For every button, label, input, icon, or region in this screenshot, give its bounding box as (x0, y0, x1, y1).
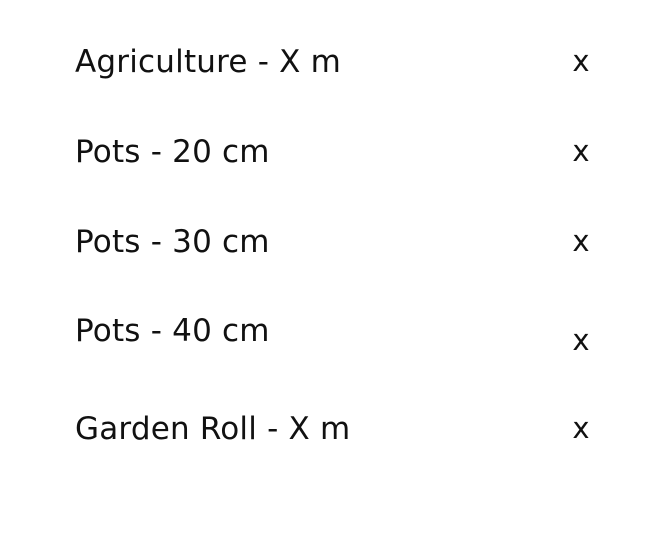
item-label: Pots - 20 cm (75, 134, 270, 170)
item-list: Agriculture - X m x Pots - 20 cm x Pots … (0, 0, 652, 552)
list-item: Pots - 40 cm x (0, 311, 652, 371)
remove-item-button[interactable]: x (570, 224, 592, 258)
list-item: Garden Roll - X m x (0, 409, 652, 469)
remove-item-button[interactable]: x (570, 44, 592, 78)
remove-item-button[interactable]: x (570, 411, 592, 445)
item-label: Garden Roll - X m (75, 411, 351, 447)
list-item: Agriculture - X m x (0, 42, 652, 102)
item-label: Pots - 30 cm (75, 224, 270, 260)
remove-item-button[interactable]: x (570, 323, 592, 357)
item-label: Agriculture - X m (75, 44, 342, 80)
list-item: Pots - 20 cm x (0, 132, 652, 192)
item-label: Pots - 40 cm (75, 313, 270, 349)
list-item: Pots - 30 cm x (0, 222, 652, 282)
remove-item-button[interactable]: x (570, 134, 592, 168)
